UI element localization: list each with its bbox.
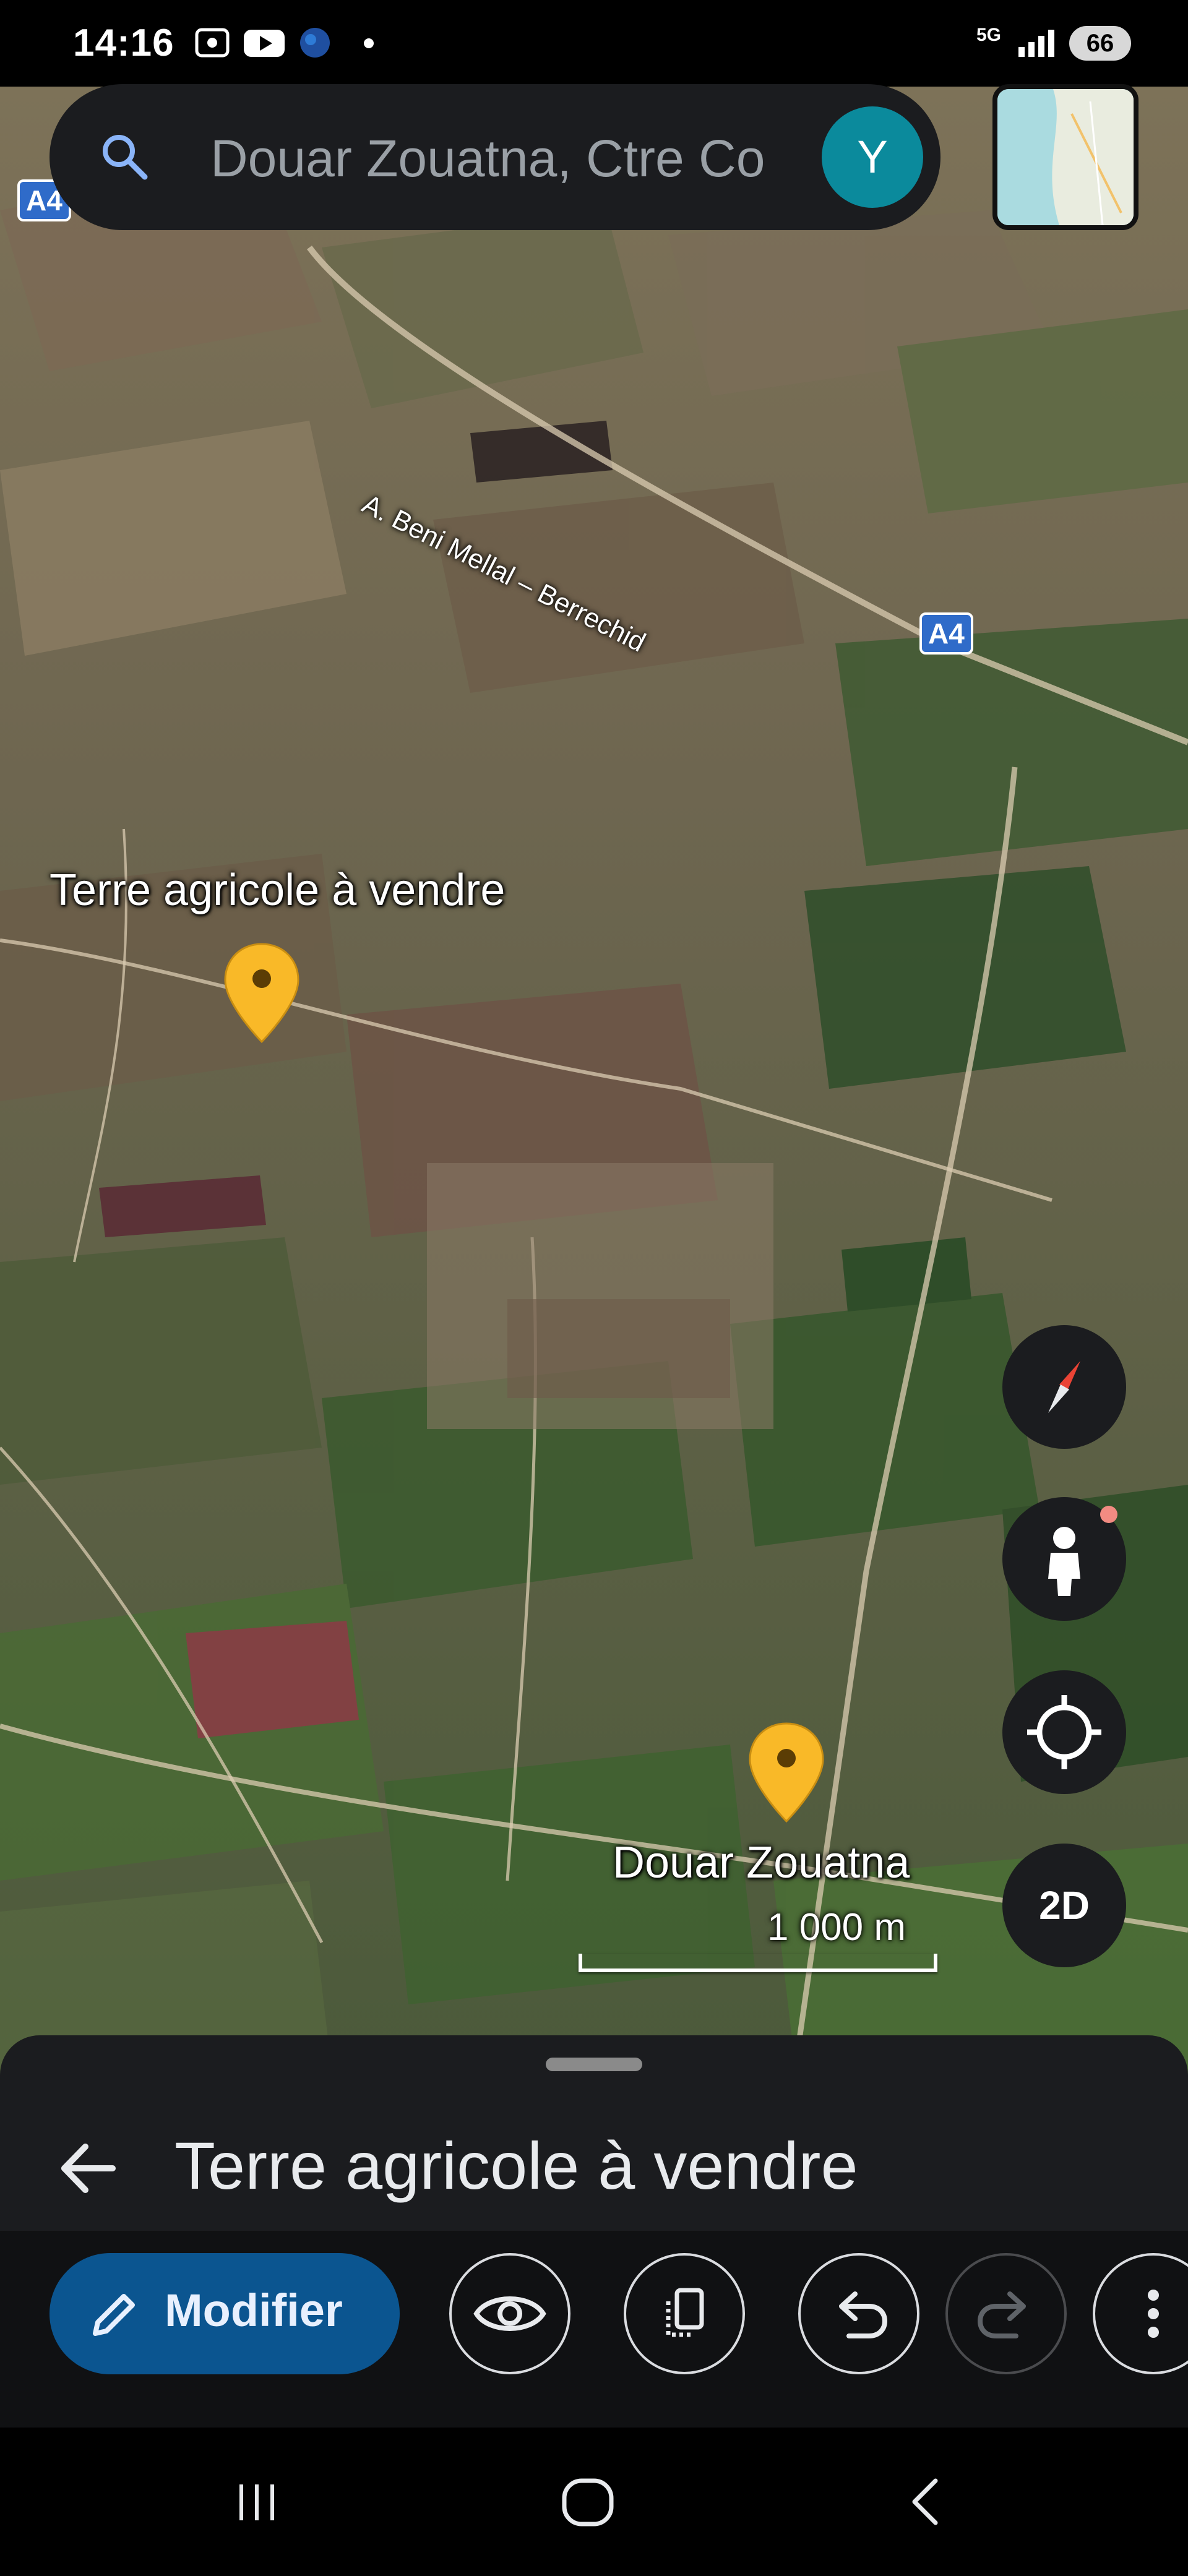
network-type: 5G — [976, 25, 1002, 45]
my-location-icon — [1027, 1695, 1101, 1769]
duplicate-button[interactable] — [624, 2253, 745, 2374]
search-bar[interactable]: Douar Zouatna, Ctre Co Y — [50, 84, 940, 230]
scale-label: 1 000 m — [767, 1906, 906, 1949]
eye-icon — [473, 2296, 546, 2331]
search-icon[interactable] — [98, 130, 151, 183]
map-pin-icon[interactable] — [222, 940, 302, 1045]
place-label[interactable]: Douar Zouatna — [613, 1837, 910, 1888]
bottom-sheet: Terre agricole à vendre Modifier — [0, 2035, 1188, 2428]
back-nav-icon[interactable] — [897, 2471, 953, 2533]
undo-icon — [839, 2291, 888, 2338]
more-vert-icon — [1148, 2290, 1159, 2338]
redo-icon — [977, 2291, 1026, 2338]
pencil-icon — [93, 2294, 135, 2336]
compass-icon — [1048, 1361, 1080, 1413]
layers-thumbnail-icon — [997, 89, 1134, 225]
system-nav-bar — [0, 2428, 1188, 2576]
status-time: 14:16 — [73, 22, 174, 64]
youtube-icon — [244, 30, 285, 57]
view-mode-toggle[interactable]: 2D — [1002, 1844, 1126, 1967]
redo-button[interactable] — [945, 2253, 1067, 2374]
edit-button[interactable]: Modifier — [50, 2253, 400, 2374]
place-label[interactable]: Terre agricole à vendre — [50, 865, 505, 916]
home-icon[interactable] — [557, 2471, 619, 2533]
more-options-button[interactable] — [1093, 2253, 1188, 2374]
my-location-button[interactable] — [1002, 1670, 1126, 1794]
browser-icon — [300, 28, 330, 58]
notification-dot — [364, 38, 374, 48]
compass-button[interactable] — [1002, 1325, 1126, 1449]
edit-button-label: Modifier — [165, 2285, 343, 2336]
sheet-drag-handle[interactable] — [546, 2058, 642, 2071]
back-arrow-icon[interactable] — [53, 2134, 121, 2202]
battery-level: 66 — [1069, 26, 1131, 61]
status-bar: 14:16 5G 66 — [0, 0, 1188, 87]
notification-dot — [1100, 1506, 1117, 1523]
map-layers-button[interactable] — [992, 84, 1138, 230]
recent-apps-icon[interactable] — [229, 2471, 285, 2533]
signal-icon — [1018, 30, 1054, 57]
copy-icon — [666, 2288, 704, 2337]
search-input[interactable]: Douar Zouatna, Ctre Co — [210, 129, 829, 189]
avatar[interactable]: Y — [822, 106, 923, 208]
road-shield-a4: A4 — [919, 612, 973, 655]
undo-button[interactable] — [798, 2253, 919, 2374]
street-view-button[interactable] — [1002, 1497, 1126, 1621]
scale-bar — [579, 1954, 937, 1972]
screen-record-icon — [195, 28, 230, 58]
sheet-title: Terre agricole à vendre — [174, 2128, 858, 2203]
visibility-button[interactable] — [449, 2253, 570, 2374]
map-pin-icon[interactable] — [746, 1720, 827, 1825]
